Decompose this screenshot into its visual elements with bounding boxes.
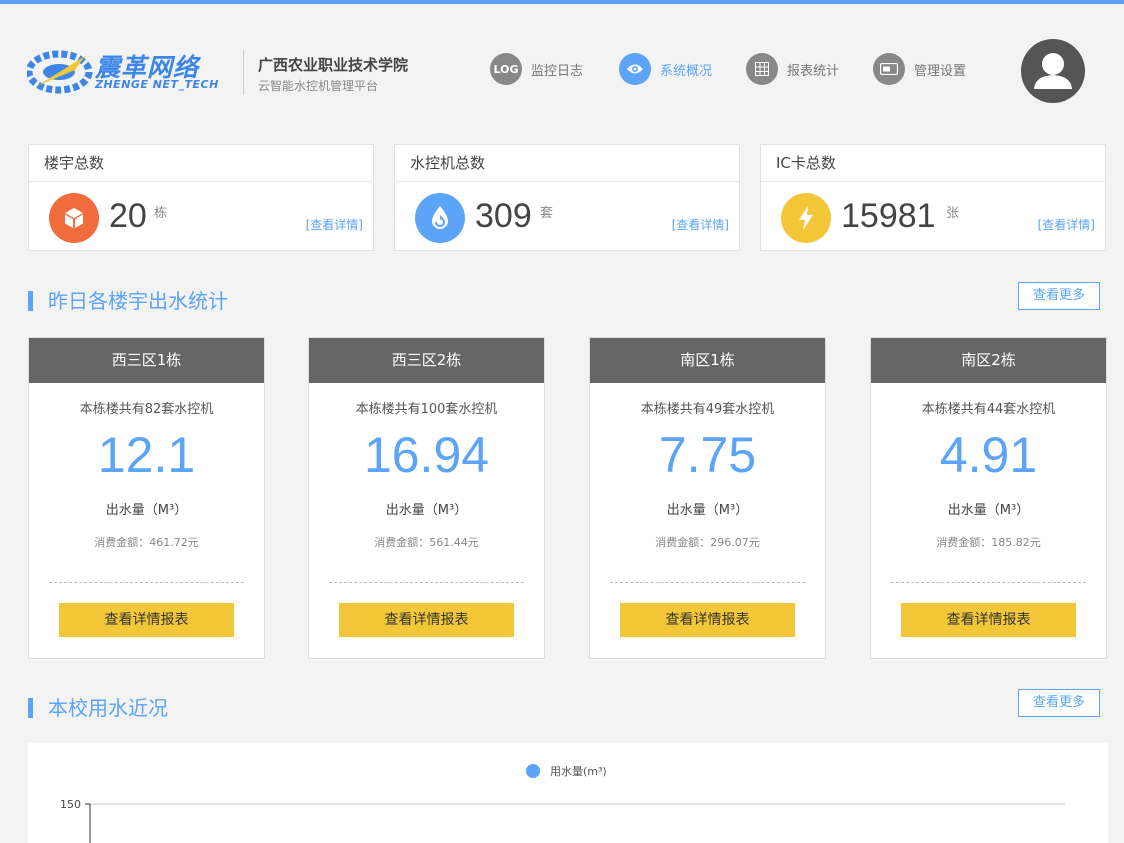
controller-count: 本栋楼共有44套水控机 (921, 402, 1056, 417)
y-tick-label: 150 (60, 798, 81, 811)
nav-label: 监控日志 (531, 63, 584, 79)
school-name: 广西农业职业技术学院 (258, 56, 409, 74)
building-name: 南区2栋 (871, 338, 1106, 383)
section-title-recent-usage: 本校用水近况 (28, 698, 168, 718)
building-name: 西三区1栋 (29, 338, 264, 383)
lightning-icon (781, 193, 831, 243)
consumption-amount: 消费金额：561.44元 (374, 536, 479, 549)
water-usage-chart: 用水量(m³) 150 (28, 743, 1108, 843)
stat-unit: 栋 (154, 206, 168, 221)
dashed-divider (49, 582, 244, 583)
nav-label: 报表统计 (787, 63, 840, 79)
nav-system-overview[interactable]: 系统概况 (619, 52, 712, 86)
water-output-label: 出水量（M³） (947, 503, 1030, 518)
stat-value: 20 (109, 197, 147, 235)
building-name: 西三区2栋 (309, 338, 544, 383)
stat-title: 楼宇总数 (29, 145, 373, 182)
nav-management-settings[interactable]: 管理设置 (873, 52, 966, 86)
nav-label: 系统概况 (660, 63, 713, 79)
view-details-link[interactable]: [查看详情] (1038, 216, 1095, 233)
cube-icon (49, 193, 99, 243)
main-nav: LOG 监控日志 系统概况 报表统计 管理设置 (490, 52, 1000, 86)
dashed-divider (610, 582, 805, 583)
view-report-button[interactable]: 查看详情报表 (339, 603, 514, 637)
controller-count: 本栋楼共有49套水控机 (640, 402, 775, 417)
view-more-button[interactable]: 查看更多 (1018, 689, 1100, 717)
user-avatar[interactable] (1021, 39, 1085, 103)
consumption-amount: 消费金额：296.07元 (655, 536, 760, 549)
stat-value: 309 (475, 197, 532, 235)
legend-label: 用水量(m³) (550, 765, 607, 778)
grid-icon (746, 53, 779, 85)
stat-unit: 套 (540, 206, 554, 221)
eye-icon (619, 53, 652, 85)
view-more-button[interactable]: 查看更多 (1018, 282, 1100, 310)
view-details-link[interactable]: [查看详情] (672, 216, 729, 233)
water-output-label: 出水量（M³） (105, 503, 188, 518)
nav-label: 管理设置 (914, 63, 967, 79)
consumption-amount: 消费金额：461.72元 (94, 536, 199, 549)
water-output-label: 出水量（M³） (666, 503, 749, 518)
consumption-amount: 消费金额：185.82元 (936, 536, 1041, 549)
logo-subtitle: ZHENGE NET_TECH (95, 78, 219, 91)
platform-name: 云智能水控机管理平台 (258, 79, 379, 93)
header-divider (243, 50, 244, 95)
stat-card-water-controllers: 水控机总数 309 套 [查看详情] (394, 144, 740, 251)
view-report-button[interactable]: 查看详情报表 (901, 603, 1076, 637)
building-card: 西三区1栋 本栋楼共有82套水控机 12.1 出水量（M³） 消费金额：461.… (28, 337, 265, 659)
water-drop-icon (415, 193, 465, 243)
controller-count: 本栋楼共有100套水控机 (355, 402, 498, 417)
stat-title: IC卡总数 (761, 145, 1105, 182)
stat-title: 水控机总数 (395, 145, 739, 182)
legend-marker (526, 764, 540, 778)
building-card: 南区1栋 本栋楼共有49套水控机 7.75 出水量（M³） 消费金额：296.0… (589, 337, 826, 659)
card-icon (873, 53, 906, 85)
log-icon: LOG (490, 53, 522, 85)
building-card: 南区2栋 本栋楼共有44套水控机 4.91 出水量（M³） 消费金额：185.8… (870, 337, 1107, 659)
company-logo[interactable]: 震革网络 ZHENGE NET_TECH (27, 46, 232, 98)
section-title-yesterday: 昨日各楼宇出水统计 (28, 291, 228, 311)
water-output-value: 4.91 (939, 427, 1038, 483)
building-card: 西三区2栋 本栋楼共有100套水控机 16.94 出水量（M³） 消费金额：56… (308, 337, 545, 659)
stat-card-buildings: 楼宇总数 20 栋 [查看详情] (28, 144, 374, 251)
stat-unit: 张 (946, 206, 960, 221)
logo-swirl-icon (27, 50, 93, 94)
stat-card-ic-cards: IC卡总数 15981 张 [查看详情] (760, 144, 1106, 251)
controller-count: 本栋楼共有82套水控机 (79, 402, 214, 417)
water-output-value: 12.1 (97, 427, 196, 483)
nav-monitor-log[interactable]: LOG 监控日志 (490, 52, 583, 86)
dashed-divider (329, 582, 524, 583)
view-report-button[interactable]: 查看详情报表 (620, 603, 795, 637)
stat-value: 15981 (841, 197, 936, 235)
view-details-link[interactable]: [查看详情] (306, 216, 363, 233)
building-name: 南区1栋 (590, 338, 825, 383)
water-output-value: 16.94 (363, 427, 490, 483)
user-icon (1034, 53, 1072, 89)
dashed-divider (891, 582, 1086, 583)
top-accent-bar (0, 0, 1124, 4)
water-output-label: 出水量（M³） (385, 503, 468, 518)
nav-report-stats[interactable]: 报表统计 (746, 52, 839, 86)
view-report-button[interactable]: 查看详情报表 (59, 603, 234, 637)
water-output-value: 7.75 (658, 427, 757, 483)
